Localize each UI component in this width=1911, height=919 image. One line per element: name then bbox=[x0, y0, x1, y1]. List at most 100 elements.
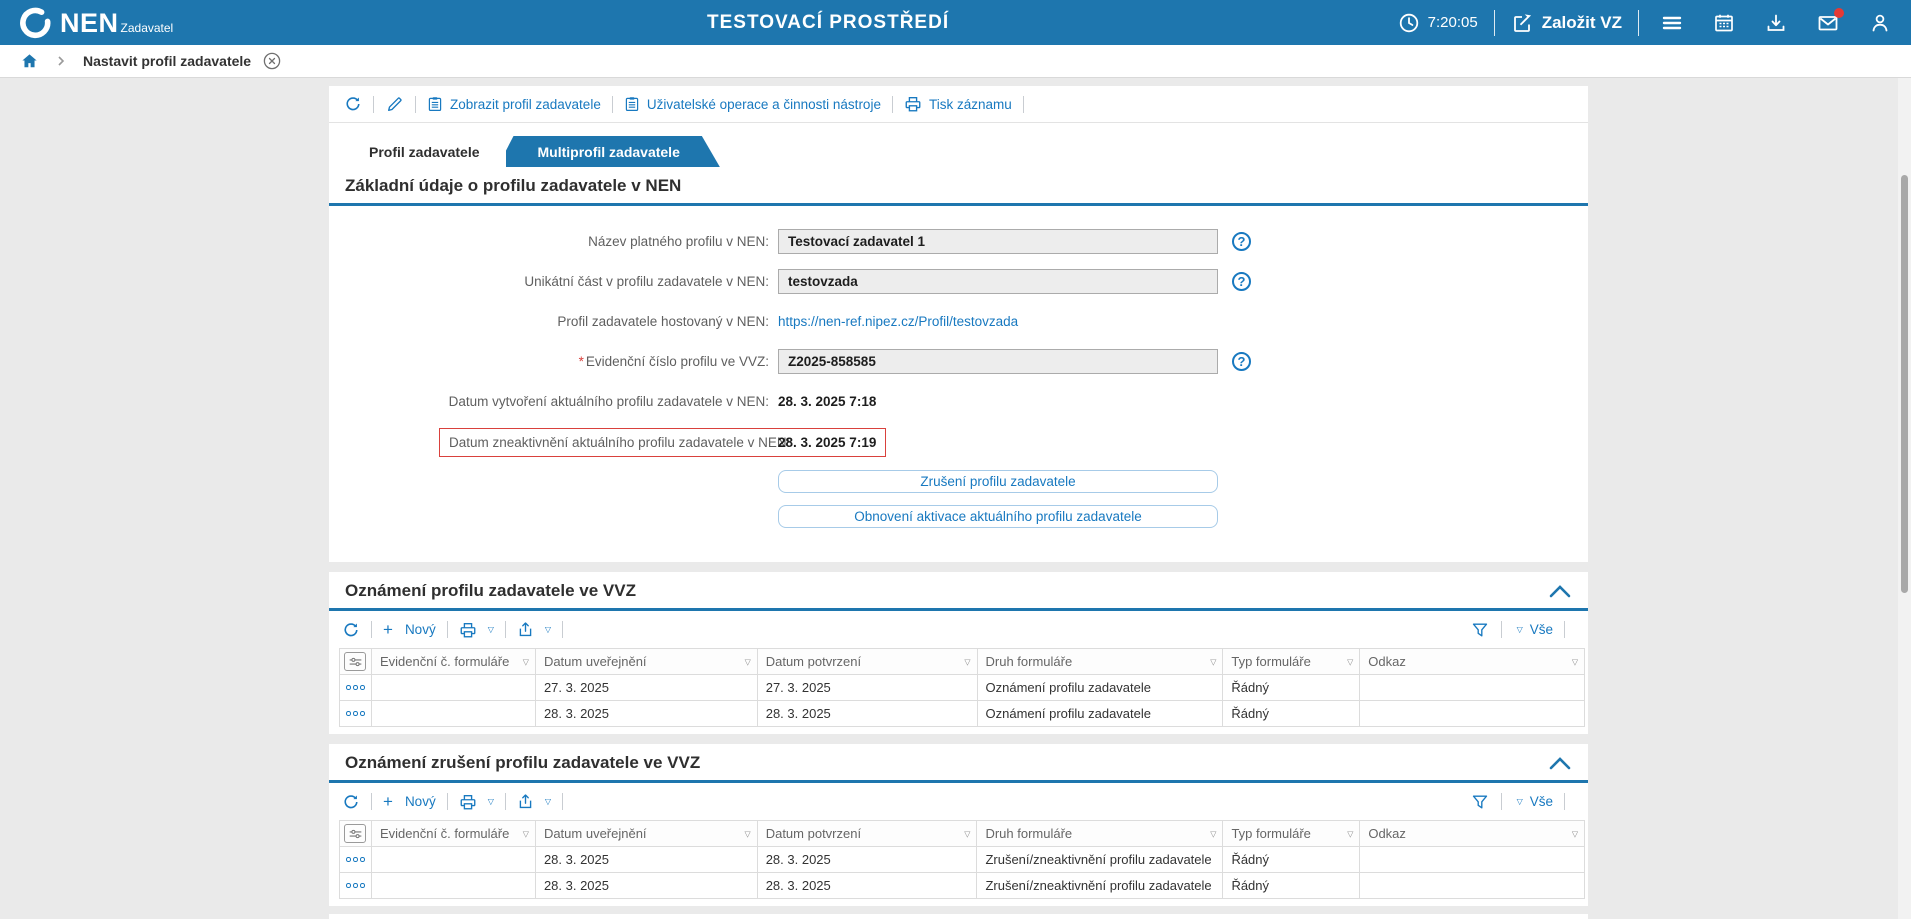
tab-profil-zadavatele[interactable]: Profil zadavatele bbox=[343, 136, 506, 167]
sort-icon[interactable]: ▽ bbox=[745, 657, 751, 666]
toolbar-separator bbox=[505, 793, 506, 810]
create-vz-button[interactable]: Založit VZ bbox=[1511, 12, 1622, 34]
unique-part-input[interactable] bbox=[778, 269, 1218, 294]
sort-icon[interactable]: ▽ bbox=[964, 829, 970, 838]
column-header[interactable]: Datum uveřejnění▽ bbox=[535, 821, 757, 847]
cell-confirm-date: 28. 3. 2025 bbox=[757, 873, 977, 899]
sort-icon[interactable]: ▽ bbox=[1347, 829, 1353, 838]
column-header[interactable]: Odkaz▽ bbox=[1360, 821, 1585, 847]
column-settings-header[interactable] bbox=[340, 821, 372, 847]
column-header[interactable]: Druh formuláře▽ bbox=[977, 649, 1223, 675]
refresh-icon[interactable] bbox=[341, 792, 360, 811]
menu-icon[interactable] bbox=[1661, 12, 1683, 34]
created-date-value: 28. 3. 2025 7:18 bbox=[778, 394, 876, 409]
user-operations-button[interactable]: Uživatelské operace a činnosti nástroje bbox=[624, 95, 881, 113]
print-menu-button[interactable]: ▽ bbox=[459, 621, 494, 639]
sort-icon[interactable]: ▽ bbox=[964, 657, 970, 666]
sort-icon[interactable]: ▽ bbox=[1210, 657, 1216, 666]
new-button[interactable]: + Nový bbox=[383, 621, 436, 638]
collapse-icon[interactable] bbox=[1548, 755, 1572, 771]
refresh-icon[interactable] bbox=[343, 95, 362, 114]
filter-icon[interactable] bbox=[1471, 792, 1490, 811]
deactivated-date-label: Datum zneaktivnění aktuálního profilu za… bbox=[449, 435, 769, 450]
sort-icon[interactable]: ▽ bbox=[1572, 829, 1578, 838]
column-header[interactable]: Druh formuláře▽ bbox=[977, 821, 1223, 847]
row-menu-icon[interactable] bbox=[346, 711, 365, 716]
column-header[interactable]: Typ formuláře▽ bbox=[1223, 821, 1360, 847]
calendar-icon[interactable] bbox=[1713, 12, 1735, 34]
nen-logo[interactable]: NEN Zadavatel bbox=[20, 7, 173, 39]
vertical-scrollbar[interactable] bbox=[1898, 45, 1911, 919]
column-header[interactable]: Datum uveřejnění▽ bbox=[535, 649, 757, 675]
table-row[interactable]: 28. 3. 2025 28. 3. 2025 Zrušení/zneaktiv… bbox=[340, 847, 1585, 873]
help-icon[interactable] bbox=[1232, 352, 1251, 371]
row-menu-icon[interactable] bbox=[346, 883, 365, 888]
cell-confirm-date: 27. 3. 2025 bbox=[757, 675, 977, 701]
print-menu-button[interactable]: ▽ bbox=[459, 793, 494, 811]
tab-multiprofil-zadavatele[interactable]: Multiprofil zadavatele bbox=[498, 136, 720, 167]
sort-icon[interactable]: ▽ bbox=[1572, 657, 1578, 666]
nen-logo-icon bbox=[20, 7, 52, 39]
vvz-number-input[interactable] bbox=[778, 349, 1218, 374]
new-button[interactable]: + Nový bbox=[383, 793, 436, 810]
profile-url-link[interactable]: https://nen-ref.nipez.cz/Profil/testovza… bbox=[778, 314, 1018, 329]
export-menu-button[interactable]: ▽ bbox=[517, 793, 551, 810]
sort-icon[interactable]: ▽ bbox=[523, 657, 529, 666]
environment-title: TESTOVACÍ PROSTŘEDÍ bbox=[707, 0, 949, 45]
row-menu-icon[interactable] bbox=[346, 685, 365, 690]
close-tab-icon[interactable] bbox=[263, 52, 281, 70]
cell-form-kind: Zrušení/zneaktivnění profilu zadavatele bbox=[977, 847, 1223, 873]
cell-link bbox=[1360, 847, 1585, 873]
column-header[interactable]: Evidenční č. formuláře▽ bbox=[371, 821, 535, 847]
column-header[interactable]: Datum potvrzení▽ bbox=[757, 821, 977, 847]
scrollbar-thumb[interactable] bbox=[1901, 175, 1908, 593]
filter-icon[interactable] bbox=[1471, 620, 1490, 639]
edit-icon[interactable] bbox=[385, 95, 404, 114]
cell-confirm-date: 28. 3. 2025 bbox=[757, 701, 977, 727]
view-all-button[interactable]: ▽ Vše bbox=[1513, 622, 1553, 637]
dropdown-arrow-icon: ▽ bbox=[1517, 797, 1523, 806]
help-icon[interactable] bbox=[1232, 272, 1251, 291]
column-header[interactable]: Typ formuláře▽ bbox=[1223, 649, 1360, 675]
user-icon[interactable] bbox=[1869, 12, 1891, 34]
download-icon[interactable] bbox=[1765, 12, 1787, 34]
messages-icon[interactable] bbox=[1817, 12, 1839, 34]
cell-form-type: Řádný bbox=[1223, 675, 1360, 701]
vvz-number-label: *Evidenční číslo profilu ve VVZ: bbox=[329, 354, 769, 369]
column-header[interactable]: Odkaz▽ bbox=[1360, 649, 1585, 675]
grid-toolbar: + Nový ▽ bbox=[329, 783, 1588, 820]
profile-name-input[interactable] bbox=[778, 229, 1218, 254]
header-separator bbox=[1494, 10, 1495, 36]
refresh-icon[interactable] bbox=[341, 620, 360, 639]
record-toolbar: Zobrazit profil zadavatele Uživatelské o… bbox=[329, 86, 1588, 123]
view-all-button[interactable]: ▽ Vše bbox=[1513, 794, 1553, 809]
cell-evidence-number bbox=[371, 675, 535, 701]
collapse-icon[interactable] bbox=[1548, 583, 1572, 599]
help-icon[interactable] bbox=[1232, 232, 1251, 251]
table-row[interactable]: 28. 3. 2025 28. 3. 2025 Oznámení profilu… bbox=[340, 701, 1585, 727]
toolbar-separator bbox=[1501, 793, 1502, 810]
cell-form-kind: Oznámení profilu zadavatele bbox=[977, 675, 1223, 701]
cell-link bbox=[1360, 675, 1585, 701]
table-row[interactable]: 28. 3. 2025 28. 3. 2025 Zrušení/zneaktiv… bbox=[340, 873, 1585, 899]
sort-icon[interactable]: ▽ bbox=[1347, 657, 1353, 666]
column-header[interactable]: Evidenční č. formuláře▽ bbox=[371, 649, 535, 675]
home-icon[interactable] bbox=[20, 52, 39, 71]
view-all-label: Vše bbox=[1530, 622, 1553, 637]
column-settings-header[interactable] bbox=[340, 649, 372, 675]
sort-icon[interactable]: ▽ bbox=[745, 829, 751, 838]
row-menu-icon[interactable] bbox=[346, 857, 365, 862]
cancel-profile-button[interactable]: Zrušení profilu zadavatele bbox=[778, 470, 1218, 493]
cell-evidence-number bbox=[371, 847, 535, 873]
table-row[interactable]: 27. 3. 2025 27. 3. 2025 Oznámení profilu… bbox=[340, 675, 1585, 701]
cell-confirm-date: 28. 3. 2025 bbox=[757, 847, 977, 873]
print-record-button[interactable]: Tisk záznamu bbox=[904, 95, 1012, 113]
sort-icon[interactable]: ▽ bbox=[523, 829, 529, 838]
sort-icon[interactable]: ▽ bbox=[1210, 829, 1216, 838]
export-menu-button[interactable]: ▽ bbox=[517, 621, 551, 638]
restore-activation-button[interactable]: Obnovení aktivace aktuálního profilu zad… bbox=[778, 505, 1218, 528]
column-settings-icon bbox=[344, 652, 366, 671]
printer-icon bbox=[459, 793, 477, 811]
column-header[interactable]: Datum potvrzení▽ bbox=[757, 649, 977, 675]
show-profile-button[interactable]: Zobrazit profil zadavatele bbox=[427, 95, 601, 113]
